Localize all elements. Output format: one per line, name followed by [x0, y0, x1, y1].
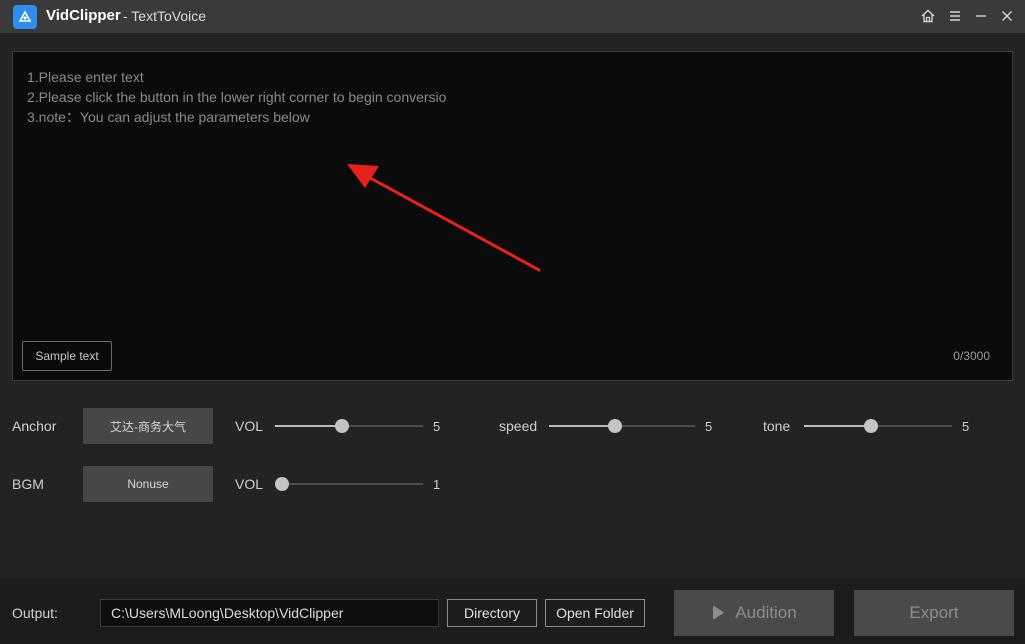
window-subtitle: - TextToVoice [123, 8, 207, 24]
tone-label: tone [763, 418, 791, 434]
text-input-area[interactable]: 1.Please enter text 2.Please click the b… [12, 51, 1013, 381]
close-icon[interactable] [997, 6, 1017, 26]
open-folder-button[interactable]: Open Folder [545, 599, 645, 627]
minimize-icon[interactable] [971, 6, 991, 26]
anchor-vol-slider-thumb[interactable] [334, 419, 349, 433]
anchor-label: Anchor [12, 418, 57, 434]
bgm-vol-value: 1 [433, 477, 441, 492]
speed-slider-thumb[interactable] [607, 419, 622, 433]
app-logo-icon [13, 5, 37, 29]
bgm-vol-slider[interactable] [275, 477, 423, 491]
audition-button[interactable]: Audition [674, 590, 834, 636]
output-path-input[interactable] [100, 599, 439, 627]
output-label: Output: [12, 605, 58, 621]
directory-button[interactable]: Directory [447, 599, 537, 627]
title-bar: VidClipper - TextToVoice [0, 0, 1025, 33]
anchor-voice-button[interactable]: 艾达-商务大气 [83, 408, 213, 444]
home-icon[interactable] [918, 6, 938, 26]
speed-slider[interactable] [549, 419, 695, 433]
play-icon [713, 606, 724, 620]
anchor-vol-slider[interactable] [275, 419, 423, 433]
bgm-track-button[interactable]: Nonuse [83, 466, 213, 502]
editor-placeholder: 1.Please enter text 2.Please click the b… [27, 69, 447, 125]
speed-label: speed [499, 418, 538, 434]
bgm-vol-slider-thumb[interactable] [275, 477, 290, 491]
tone-slider-thumb[interactable] [863, 419, 878, 433]
bgm-label: BGM [12, 476, 44, 492]
bottom-bar: Output: Directory Open Folder Audition E… [0, 578, 1025, 644]
export-button[interactable]: Export [854, 590, 1014, 636]
app-name: VidClipper [46, 7, 121, 24]
speed-value: 5 [705, 419, 713, 434]
bgm-vol-label: VOL [235, 476, 264, 492]
menu-icon[interactable] [945, 6, 965, 26]
anchor-vol-value: 5 [433, 419, 441, 434]
character-count: 0/3000 [953, 349, 990, 363]
anchor-vol-label: VOL [235, 418, 264, 434]
tone-slider[interactable] [804, 419, 952, 433]
sample-text-button[interactable]: Sample text [22, 341, 112, 371]
audition-button-label: Audition [735, 603, 797, 622]
tone-value: 5 [962, 419, 970, 434]
app-window: VidClipper - TextToVoice 1.Please enter [0, 0, 1025, 644]
